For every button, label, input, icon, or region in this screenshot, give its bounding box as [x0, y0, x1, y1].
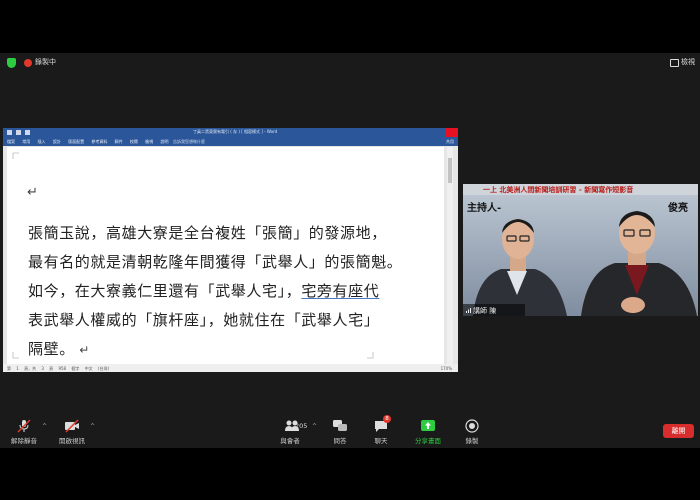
document-line: 隔壁。 ↵ [28, 338, 90, 359]
record-label: 錄製 [465, 437, 479, 445]
word-document-page[interactable]: ↵ 張簡玉說，高雄大寮是全台複姓「張簡」的發源地， 最有名的就是清朝乾隆年間獲得… [7, 147, 444, 364]
leave-button[interactable]: 離開 [663, 424, 694, 438]
start-video-label: 開啟視訊 [59, 437, 85, 445]
share-screen-icon [421, 420, 435, 431]
document-line: 表武舉人權威的「旗杆座」，她就住在「武舉人宅」 [28, 311, 380, 329]
qa-icon [333, 420, 347, 431]
video-tile[interactable]: 一上 北美洲人間新聞培訓研習 - 新聞寫作短影音 主持人- 俊亮 講師 陳 [463, 184, 698, 316]
chat-label: 聊天 [374, 437, 388, 445]
shield-icon[interactable] [7, 58, 16, 68]
qa-button[interactable]: 問答 [322, 412, 358, 448]
zoom-meeting-window: 錄製中 檢視 丁員二黑東實有電引 ( 存 ) [ 相容模式 ] - Word 檔… [0, 0, 700, 500]
crop-mark-icon [12, 352, 19, 359]
start-video-button[interactable]: 開啟視訊 [54, 412, 90, 448]
word-doc-title: 丁員二黑東實有電引 ( 存 ) [ 相容模式 ] - Word [193, 129, 278, 134]
video-camera-off-icon [65, 419, 79, 433]
participant-name: 講師 陳 [473, 307, 497, 315]
meeting-toolbar: 解除靜音 ^ 開啟視訊 ^ 205 與會者 ^ 問答 8 聊天 分享畫面 錄製 [0, 412, 700, 448]
document-line: 最有名的就是清朝乾隆年間獲得「武舉人」的張簡魁。 [28, 253, 403, 271]
word-zoom-level[interactable]: 170% [441, 366, 452, 371]
participants-count: 205 [295, 422, 308, 430]
video-people-image [473, 211, 697, 316]
share-screen-label: 分享畫面 [415, 437, 441, 445]
undo-icon[interactable] [16, 130, 21, 135]
chat-button[interactable]: 8 聊天 [363, 412, 399, 448]
document-text: 隔壁。 [28, 340, 75, 358]
word-close-button[interactable] [445, 128, 458, 137]
save-icon[interactable] [7, 130, 12, 135]
video-banner: 一上 北美洲人間新聞培訓研習 - 新聞寫作短影音 [463, 184, 698, 195]
word-scroll-thumb[interactable] [448, 158, 452, 183]
participants-button[interactable]: 205 與會者 [272, 412, 308, 448]
chevron-up-icon[interactable]: ^ [90, 423, 95, 430]
word-ribbon: 檔案 常用 插入 設計 版面配置 參考資料 郵件 校閱 檢視 說明 告訴我您想做… [3, 137, 458, 146]
redo-icon[interactable] [25, 130, 30, 135]
signal-bars-icon [466, 308, 471, 313]
record-icon [465, 419, 479, 433]
word-status-text: 第 1 頁，共 3 頁 958 個字 中文 (台灣) [7, 366, 110, 371]
word-ribbon-tabs[interactable]: 檔案 常用 插入 設計 版面配置 參考資料 郵件 校閱 檢視 說明 [7, 139, 168, 145]
recording-label: 錄製中 [35, 58, 56, 66]
unmute-button[interactable]: 解除靜音 [6, 412, 42, 448]
crop-mark-icon [367, 352, 374, 359]
recording-dot-icon [24, 59, 32, 67]
crop-mark-icon [12, 152, 19, 159]
document-line: 張簡玉說，高雄大寮是全台複姓「張簡」的發源地， [28, 224, 387, 242]
unmute-label: 解除靜音 [11, 437, 37, 445]
chevron-up-icon[interactable]: ^ [312, 423, 317, 430]
status-bar: 錄製中 檢視 [0, 53, 700, 73]
chevron-up-icon[interactable]: ^ [42, 423, 47, 430]
paragraph-mark-icon: ↵ [74, 343, 90, 357]
document-line: 如今，在大寮義仁里還有「武舉人宅」，宅旁有座代 [28, 280, 379, 301]
view-button[interactable]: 檢視 [681, 57, 695, 67]
chat-unread-badge: 8 [383, 415, 391, 423]
word-share-button[interactable]: 共用 [446, 139, 454, 145]
participants-label: 與會者 [280, 437, 300, 445]
record-button[interactable]: 錄製 [454, 412, 490, 448]
document-text-underlined: 宅旁有座代 [301, 282, 380, 300]
word-tell-me-search[interactable]: 告訴我您想做什麼 [173, 139, 205, 145]
word-title-bar: 丁員二黑東實有電引 ( 存 ) [ 相容模式 ] - Word [3, 128, 458, 137]
qa-label: 問答 [333, 437, 347, 445]
video-banner-text: 一上 北美洲人間新聞培訓研習 - 新聞寫作短影音 [483, 186, 634, 194]
microphone-muted-icon [17, 419, 31, 433]
document-text: 如今，在大寮義仁里還有「武舉人宅」， [28, 282, 302, 300]
view-icon[interactable] [670, 59, 679, 67]
bottom-black-bar [0, 448, 700, 500]
shared-word-window: 丁員二黑東實有電引 ( 存 ) [ 相容模式 ] - Word 檔案 常用 插入… [3, 128, 458, 372]
word-status-bar: 第 1 頁，共 3 頁 958 個字 中文 (台灣) 170% [3, 364, 458, 372]
top-black-bar [0, 0, 700, 53]
paragraph-mark-icon: ↵ [27, 185, 38, 200]
share-screen-button[interactable]: 分享畫面 [408, 412, 448, 448]
